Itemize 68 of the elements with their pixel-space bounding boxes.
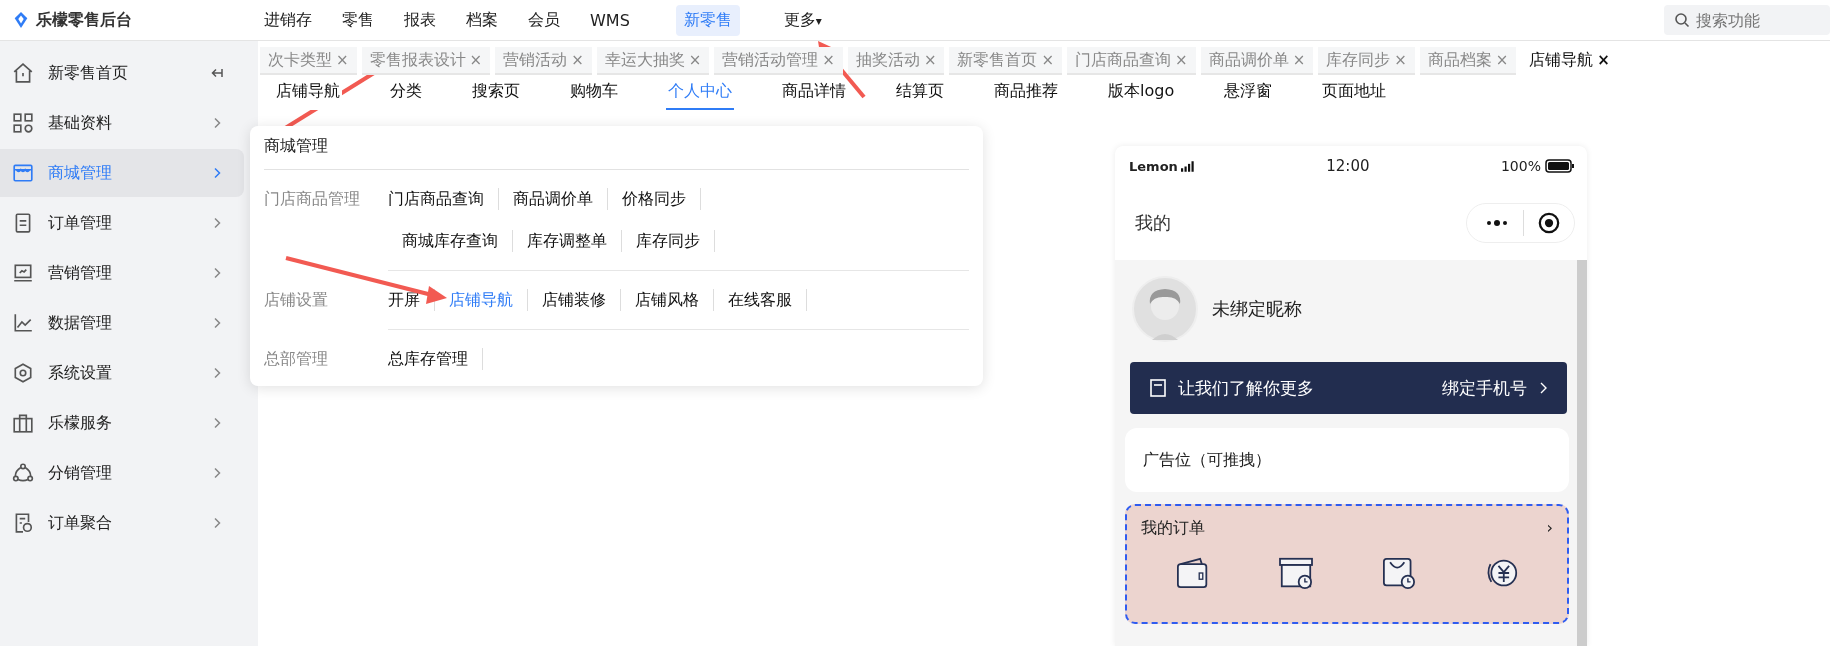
clock-text: 12:00	[1326, 157, 1370, 175]
home-icon	[12, 62, 34, 84]
top-nav-item[interactable]: 档案	[458, 4, 506, 36]
target-icon[interactable]	[1538, 212, 1560, 234]
sidebar-item[interactable]: 基础资料	[0, 99, 244, 147]
group-label: 门店商品管理	[264, 188, 361, 210]
app-name: 乐檬零售后台	[36, 9, 132, 31]
more-icon[interactable]	[1485, 219, 1509, 227]
sidebar-item[interactable]: 乐檬服务	[0, 399, 244, 447]
avatar-icon	[1132, 276, 1198, 342]
top-nav-item[interactable]: 会员	[520, 4, 568, 36]
scrollbar[interactable]	[1577, 260, 1587, 646]
bag-icon	[12, 412, 34, 434]
sidebar-item[interactable]: 系统设置	[0, 349, 244, 397]
bind-phone-banner[interactable]: 让我们了解你更多 绑定手机号	[1130, 362, 1567, 414]
top-nav-item[interactable]: 新零售	[675, 4, 740, 36]
top-nav-item[interactable]: 更多▾	[775, 4, 830, 36]
sidebar-item[interactable]: 营销管理	[0, 249, 244, 297]
menu-link[interactable]: 店铺风格	[621, 289, 714, 311]
sidebar-item[interactable]: 新零售首页	[0, 49, 244, 97]
top-nav-item[interactable]: 进销存	[256, 4, 320, 36]
ad-slot[interactable]: 广告位（可推拽）	[1125, 428, 1569, 492]
carrier-text: Lemon	[1129, 158, 1178, 174]
menu-link[interactable]: 库存同步	[622, 230, 715, 252]
box-clock-icon[interactable]	[1277, 557, 1314, 589]
flyout-title: 商城管理	[264, 136, 969, 170]
share-icon	[12, 462, 34, 484]
search-field[interactable]: 搜索功能	[1664, 5, 1830, 35]
battery-icon	[1545, 159, 1575, 173]
sidebar-item[interactable]: 订单管理	[0, 199, 244, 247]
search-icon	[1674, 12, 1690, 28]
bag-clock-icon[interactable]	[1380, 557, 1417, 589]
page-title: 我的	[1135, 211, 1171, 235]
logo-icon	[12, 11, 30, 29]
menu-link[interactable]: 商城库存查询	[388, 230, 513, 252]
menu-link[interactable]: 店铺导航	[435, 289, 528, 311]
battery-text: 100%	[1500, 158, 1541, 174]
nickname: 未绑定昵称	[1212, 297, 1302, 321]
menu-link[interactable]: 在线客服	[714, 289, 807, 311]
shop-icon	[12, 162, 34, 184]
signal-icon	[1180, 160, 1195, 172]
menu-link[interactable]: 价格同步	[608, 188, 701, 210]
hex-icon	[12, 362, 34, 384]
top-nav-item[interactable]: 零售	[334, 4, 382, 36]
chevron-text[interactable]: ›	[1546, 518, 1553, 539]
menu-link[interactable]: 商品调价单	[499, 188, 608, 210]
page-nav-item[interactable]: 个人中心	[666, 81, 734, 110]
menu-link[interactable]: 总库存管理	[388, 348, 483, 370]
sidebar-item[interactable]: 订单聚合	[0, 499, 244, 547]
page-nav-item[interactable]: 店铺导航	[274, 81, 342, 110]
group-label: 总部管理	[264, 348, 329, 370]
group-label: 店铺设置	[264, 289, 329, 311]
close-icon[interactable]: ×	[1597, 51, 1610, 69]
screen-icon	[12, 262, 34, 284]
grid-icon	[12, 112, 34, 134]
menu-link[interactable]: 店铺装修	[528, 289, 621, 311]
collapse-icon[interactable]	[210, 66, 224, 80]
sidebar-item[interactable]: 数据管理	[0, 299, 244, 347]
chart-icon	[12, 312, 34, 334]
menu-link[interactable]: 库存调整单	[513, 230, 622, 252]
chevron-right-icon	[1539, 382, 1547, 394]
sidebar-item[interactable]: 分销管理	[0, 449, 244, 497]
top-nav-item[interactable]: WMS	[582, 5, 638, 35]
menu-link[interactable]: 门店商品查询	[388, 188, 499, 210]
top-nav-item[interactable]: 报表	[396, 4, 444, 36]
menu-link[interactable]: 开屏	[388, 289, 435, 311]
section-title: 我的订单	[1141, 518, 1205, 539]
card-icon	[1150, 379, 1166, 397]
